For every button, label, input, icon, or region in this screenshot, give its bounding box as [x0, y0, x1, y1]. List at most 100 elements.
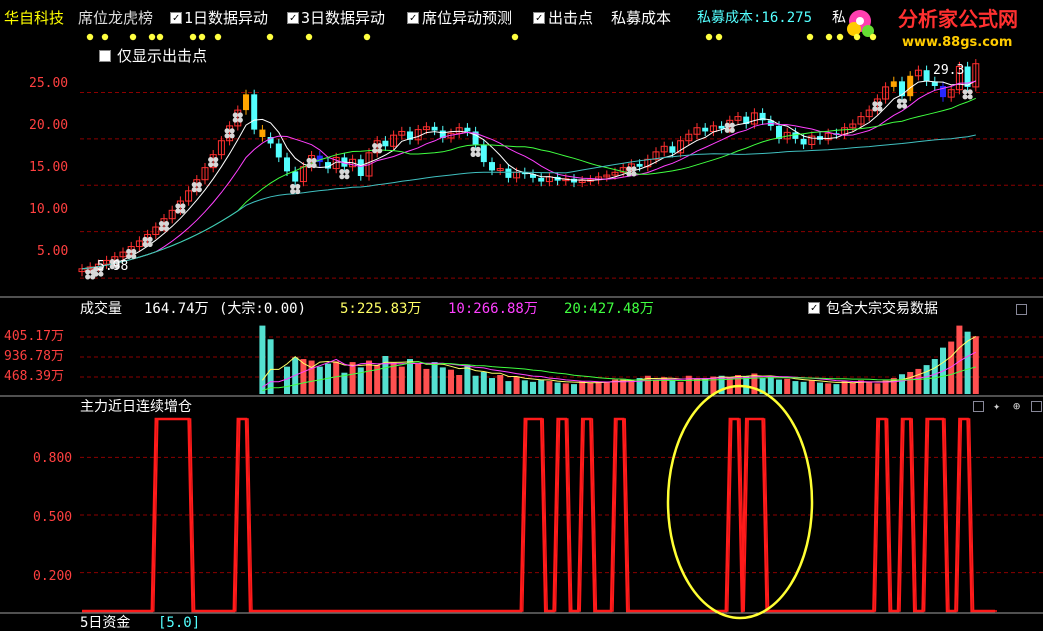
volume-bar — [562, 383, 569, 394]
volume-bar — [899, 374, 905, 394]
volume-tick-low: 468.39万 — [4, 369, 64, 384]
bottom-pane-title: 5日资金 — [80, 615, 131, 631]
strike-point-petal — [896, 98, 903, 104]
strike-point-petal — [877, 106, 883, 112]
volume-bar — [513, 376, 520, 394]
volume-bar — [308, 360, 315, 394]
strike-point-petal — [208, 156, 214, 163]
indicator-tick-05: 0.500 — [33, 510, 73, 525]
strike-point-petal — [158, 226, 165, 232]
volume-bar — [931, 359, 938, 394]
strike-point-petal — [311, 157, 317, 164]
low-price-label: 5.98 — [97, 259, 129, 274]
strike-point-petal — [295, 188, 301, 195]
volume-bar — [464, 365, 471, 394]
volume-bar — [407, 359, 413, 394]
volume-bar — [800, 381, 807, 394]
candle-body — [800, 138, 807, 145]
strike-point-petal — [126, 248, 132, 255]
high-price-label: 29.3 — [933, 63, 965, 78]
volume-bar — [472, 375, 479, 394]
volume-ma20: 20:427.48万 — [564, 301, 654, 317]
strike-point-petal — [344, 169, 350, 175]
volume-bar — [259, 325, 266, 394]
strike-point-petal — [306, 162, 312, 169]
volume-bar — [333, 361, 340, 394]
candle-body — [505, 168, 512, 178]
volume-dazong: (大宗:0.00) — [219, 301, 307, 317]
volume-bar — [710, 376, 717, 394]
candle-body — [538, 177, 545, 182]
volume-ma5: 5:225.83万 — [340, 301, 422, 317]
strike-point-petal — [196, 182, 202, 188]
strike-point-petal — [377, 148, 383, 154]
volume-value: 164.74万 — [144, 301, 209, 317]
strike-point-petal — [372, 143, 378, 149]
indicator-pane-pin-icon[interactable]: ✦ — [993, 399, 1000, 413]
volume-bar — [284, 366, 290, 394]
volume-bar — [808, 380, 815, 394]
volume-bar — [489, 378, 495, 394]
indicator-pane-window-icon[interactable] — [973, 401, 984, 412]
candle-body — [382, 140, 389, 147]
volume-bar — [546, 381, 553, 394]
include-dazong-label: 包含大宗交易数据 — [826, 301, 938, 317]
volume-bar — [825, 383, 832, 394]
volume-bar — [521, 380, 528, 394]
candle-body — [275, 143, 282, 158]
indicator-pane-zoom-icon[interactable]: ⊕ — [1013, 399, 1020, 413]
volume-bar — [530, 381, 536, 394]
indicator-tick-08: 0.800 — [33, 451, 73, 466]
strike-point-petal — [631, 166, 637, 172]
candle-body — [636, 163, 643, 167]
strike-point-petal — [631, 171, 637, 177]
strike-point-petal — [191, 187, 197, 193]
strike-point-petal — [208, 161, 214, 168]
volume-bar — [415, 363, 422, 394]
strike-point-petal — [191, 182, 197, 188]
volume-bar — [767, 376, 774, 394]
volume-bar — [439, 367, 446, 394]
volume-tick-top: 405.17万 — [4, 329, 64, 344]
volume-bar — [390, 362, 397, 394]
strike-point-petal — [962, 89, 968, 95]
strike-point-petal — [872, 106, 878, 112]
strike-point-petal — [967, 94, 973, 100]
volume-bar — [792, 381, 799, 394]
volume-bar — [456, 375, 463, 394]
indicator-pane-close-icon[interactable] — [1031, 401, 1042, 412]
strike-point-petal — [896, 103, 903, 109]
strike-point-petal — [290, 188, 296, 195]
strike-point-petal — [475, 146, 481, 152]
strike-point-petal — [306, 157, 312, 164]
strike-point-petal — [872, 101, 878, 107]
volume-bar — [669, 380, 676, 394]
candle-body — [718, 125, 725, 129]
include-dazong-checkbox[interactable]: ✓ — [808, 302, 820, 314]
volume-bar — [849, 382, 856, 394]
bottom-pane-value: [5.0] — [158, 615, 201, 631]
volume-pane-window-icon[interactable] — [1016, 304, 1027, 315]
strike-point-petal — [377, 143, 383, 149]
strike-point-petal — [196, 187, 202, 193]
volume-tick-mid: 936.78万 — [4, 349, 64, 364]
strike-point-petal — [470, 151, 476, 157]
strike-point-petal — [229, 128, 235, 134]
volume-bar — [595, 381, 602, 394]
candle-body — [923, 70, 930, 82]
strike-point-petal — [339, 174, 345, 180]
volume-bar — [579, 381, 586, 394]
strike-point-petal — [237, 112, 243, 118]
strike-point-petal — [142, 236, 148, 242]
candle-body — [489, 162, 495, 171]
volume-bar — [817, 382, 823, 394]
volume-bar — [554, 382, 561, 394]
volume-bar — [587, 382, 594, 394]
indicator-tick-02: 0.200 — [33, 569, 73, 584]
volume-bar — [776, 379, 782, 394]
volume-ma10: 10:266.88万 — [448, 301, 538, 317]
strike-point-petal — [224, 133, 230, 139]
volume-bar — [505, 381, 512, 394]
volume-bar — [628, 380, 635, 394]
strike-point-petal — [85, 274, 91, 280]
